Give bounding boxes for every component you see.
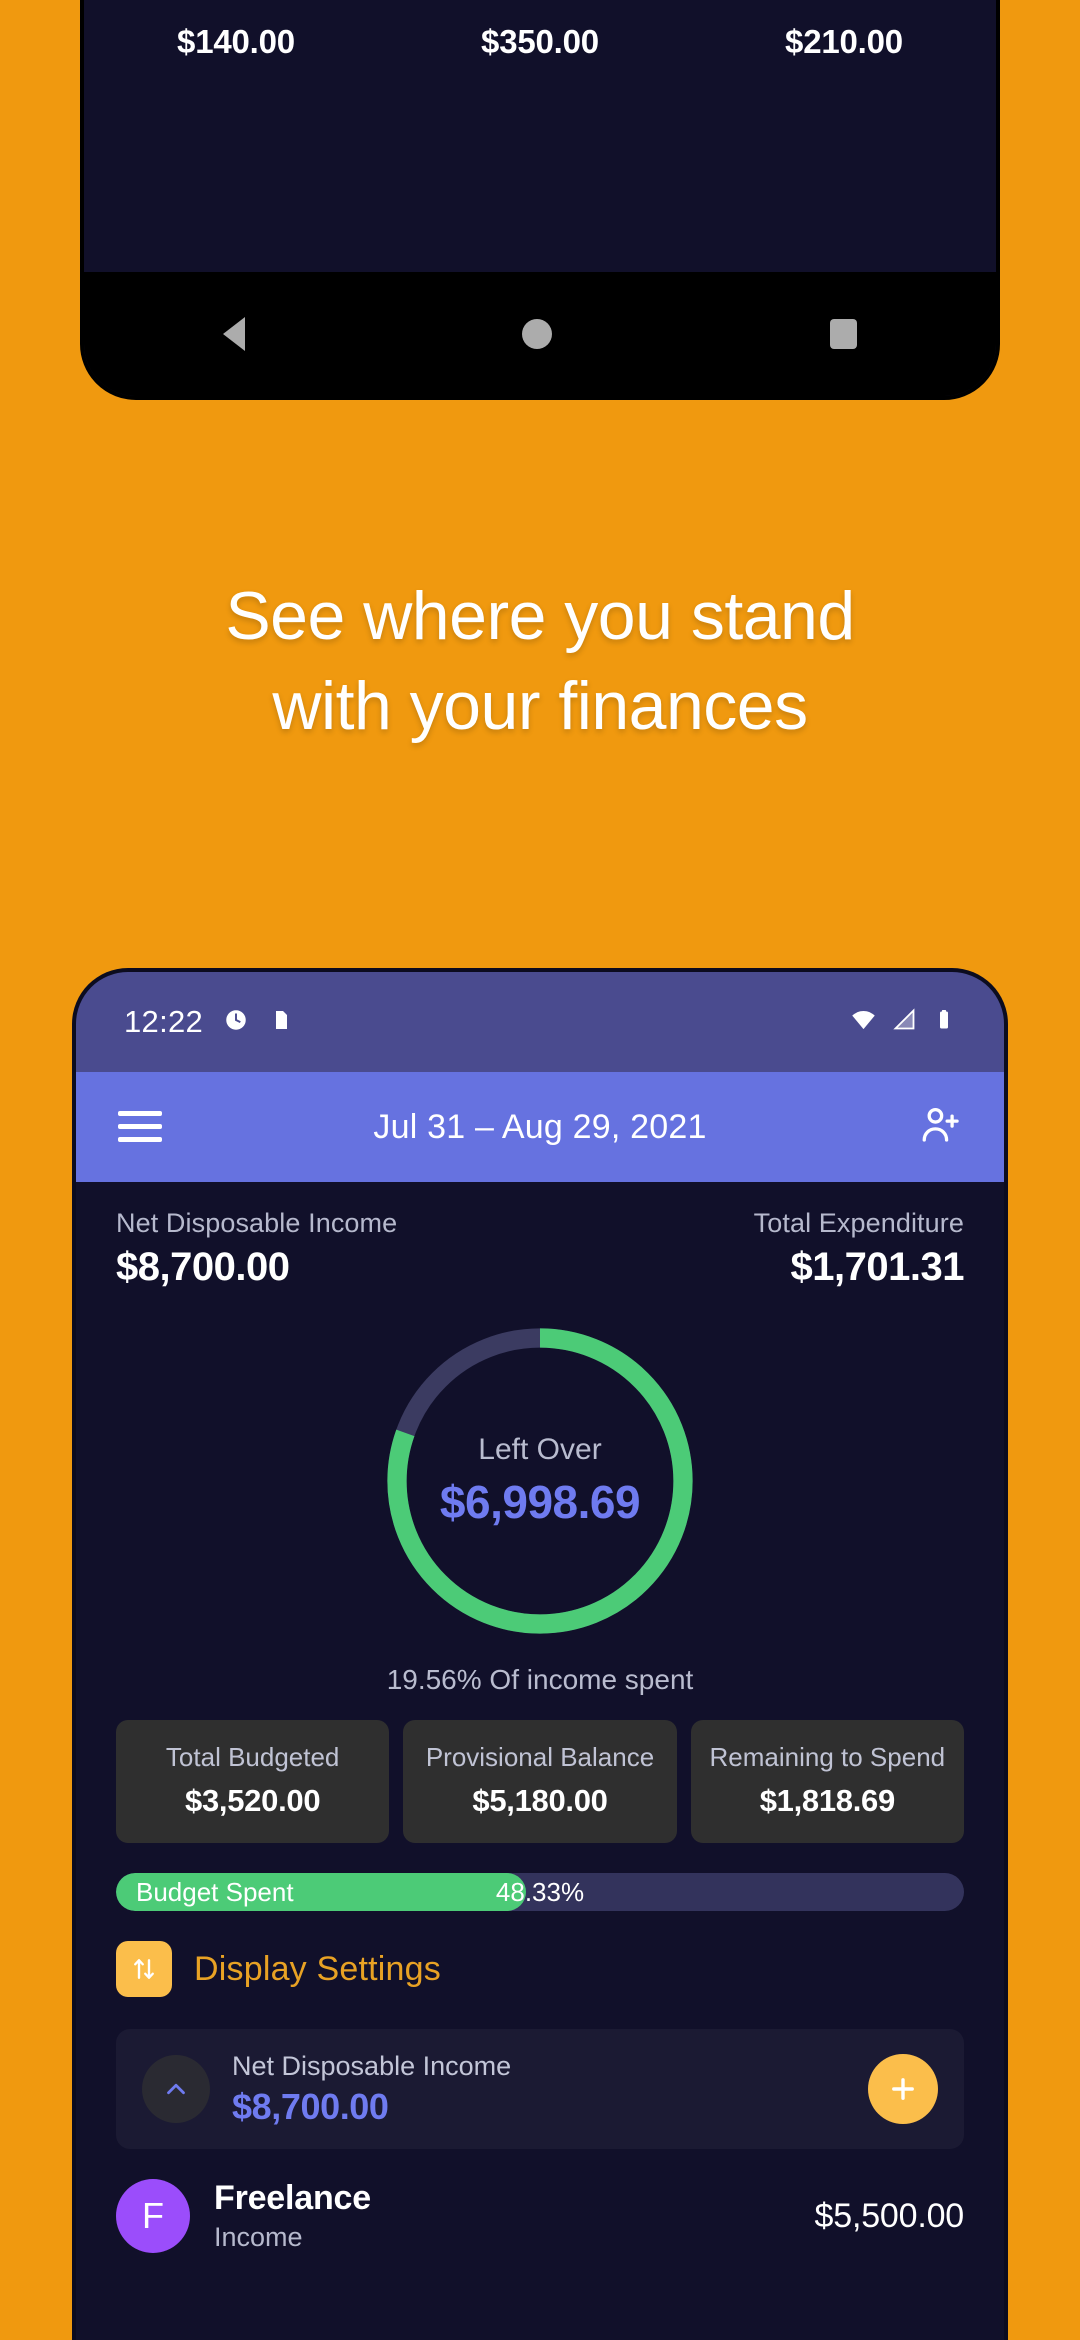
dashboard-body: Net Disposable Income $8,700.00 Total Ex…: [76, 1182, 1004, 2340]
budget-spent-progress-bar: Budget Spent 48.33%: [116, 1873, 964, 1911]
stat-value: $1,701.31: [790, 1245, 965, 1289]
add-person-icon[interactable]: [918, 1103, 962, 1152]
store-listing-screenshot: Spending $140.00 Actual Budgeted $350.00…: [0, 0, 1080, 2340]
stat-card-total-budgeted[interactable]: Total Budgeted $3,520.00: [116, 1720, 390, 1843]
battery-icon: [932, 1008, 956, 1037]
stat-card-value: $3,520.00: [185, 1783, 321, 1818]
back-triangle-icon[interactable]: [222, 317, 245, 351]
app-bar: Jul 31 – Aug 29, 2021: [76, 1072, 1004, 1182]
net-disposable-income-stat: Net Disposable Income $8,700.00: [116, 1208, 397, 1290]
stat-card-remaining-to-spend[interactable]: Remaining to Spend $1,818.69: [690, 1720, 964, 1843]
transaction-subtitle: Income: [214, 2222, 303, 2252]
nav-item-search[interactable]: Search: [631, 0, 813, 26]
display-settings-label: Display Settings: [194, 1949, 441, 1988]
sd-card-icon: [269, 1008, 293, 1037]
total-expenditure-stat: Total Expenditure $1,701.31: [753, 1208, 965, 1290]
stat-card-value: $1,818.69: [759, 1783, 896, 1818]
headline-line-2: with your finances: [272, 667, 808, 744]
headline-line-1: See where you stand: [225, 578, 855, 654]
signal-icon: [891, 1006, 918, 1038]
net-disposable-income-card[interactable]: Net Disposable Income $8,700.00: [116, 2029, 964, 2149]
home-circle-icon[interactable]: [522, 319, 553, 349]
stat-label: Total Expenditure: [753, 1208, 964, 1238]
transaction-title: Freelance: [214, 2179, 371, 2217]
budget-spent-percent: 48.33%: [495, 1876, 585, 1907]
phone-frame-bottom: 12:22 Jul 31 – Aug 29, 2021 Net Disposab…: [72, 968, 1008, 2340]
hamburger-icon[interactable]: [118, 1111, 162, 1143]
phone-frame-top: Spending $140.00 Actual Budgeted $350.00…: [80, 0, 1000, 400]
alarm-icon: [223, 1007, 249, 1038]
summary-value: $210.00: [785, 22, 903, 60]
donut-value: $6,998.69: [439, 1476, 641, 1528]
phone-top-screen: Spending $140.00 Actual Budgeted $350.00…: [84, 0, 996, 396]
stat-value: $8,700.00: [116, 1245, 290, 1289]
donut-label: Left Over: [478, 1433, 602, 1466]
bottom-navigation-bar: Home Charts: [84, 0, 996, 26]
stat-card-label: Total Budgeted: [165, 1742, 340, 1772]
top-stats-row: Net Disposable Income $8,700.00 Total Ex…: [76, 1182, 1004, 1290]
status-bar-left: 12:22: [124, 1004, 293, 1040]
stat-card-provisional-balance[interactable]: Provisional Balance $5,180.00: [403, 1720, 677, 1843]
ndi-card-texts: Net Disposable Income $8,700.00: [232, 2051, 511, 2128]
stat-card-label: Remaining to Spend: [709, 1742, 946, 1772]
recents-square-icon[interactable]: [830, 319, 858, 349]
left-over-donut-chart: Left Over $6,998.69: [375, 1316, 705, 1646]
nav-item-charts[interactable]: Charts: [266, 0, 448, 26]
marketing-headline: See where you stand with your finances: [0, 572, 1080, 752]
sort-arrows-icon: [116, 1941, 172, 1997]
date-range-title[interactable]: Jul 31 – Aug 29, 2021: [76, 1108, 1004, 1147]
transaction-row-freelance[interactable]: F Freelance Income $5,500.00: [116, 2179, 964, 2253]
nav-item-home[interactable]: Home: [84, 0, 266, 26]
stat-card-value: $5,180.00: [472, 1783, 608, 1818]
display-settings-row[interactable]: Display Settings: [116, 1941, 1004, 1997]
plus-icon[interactable]: [868, 2054, 938, 2124]
chevron-up-icon[interactable]: [142, 2055, 210, 2123]
ndi-card-value: $8,700.00: [232, 2085, 389, 2127]
nav-item-add[interactable]: [449, 0, 631, 26]
summary-value: $140.00: [177, 22, 295, 60]
status-bar-clock: 12:22: [124, 1004, 204, 1039]
status-bar: 12:22: [76, 972, 1004, 1072]
income-spent-caption: 19.56% Of income spent: [386, 1664, 694, 1695]
stat-label: Net Disposable Income: [116, 1208, 398, 1238]
android-system-navigation: [84, 272, 996, 396]
avatar: F: [116, 2179, 190, 2253]
nav-item-i-want-to[interactable]: I want to: [814, 0, 996, 26]
summary-value: $350.00: [481, 22, 599, 60]
stat-card-label: Provisional Balance: [425, 1742, 655, 1772]
transaction-amount: $5,500.00: [814, 2196, 965, 2235]
status-bar-right: [850, 1006, 956, 1038]
donut-center-text: Left Over $6,998.69: [375, 1316, 705, 1646]
wifi-icon: [850, 1006, 877, 1038]
ndi-card-label: Net Disposable Income: [232, 2050, 512, 2081]
transaction-texts: Freelance Income: [214, 2179, 371, 2253]
stat-cards-row: Total Budgeted $3,520.00 Provisional Bal…: [76, 1696, 1004, 1843]
